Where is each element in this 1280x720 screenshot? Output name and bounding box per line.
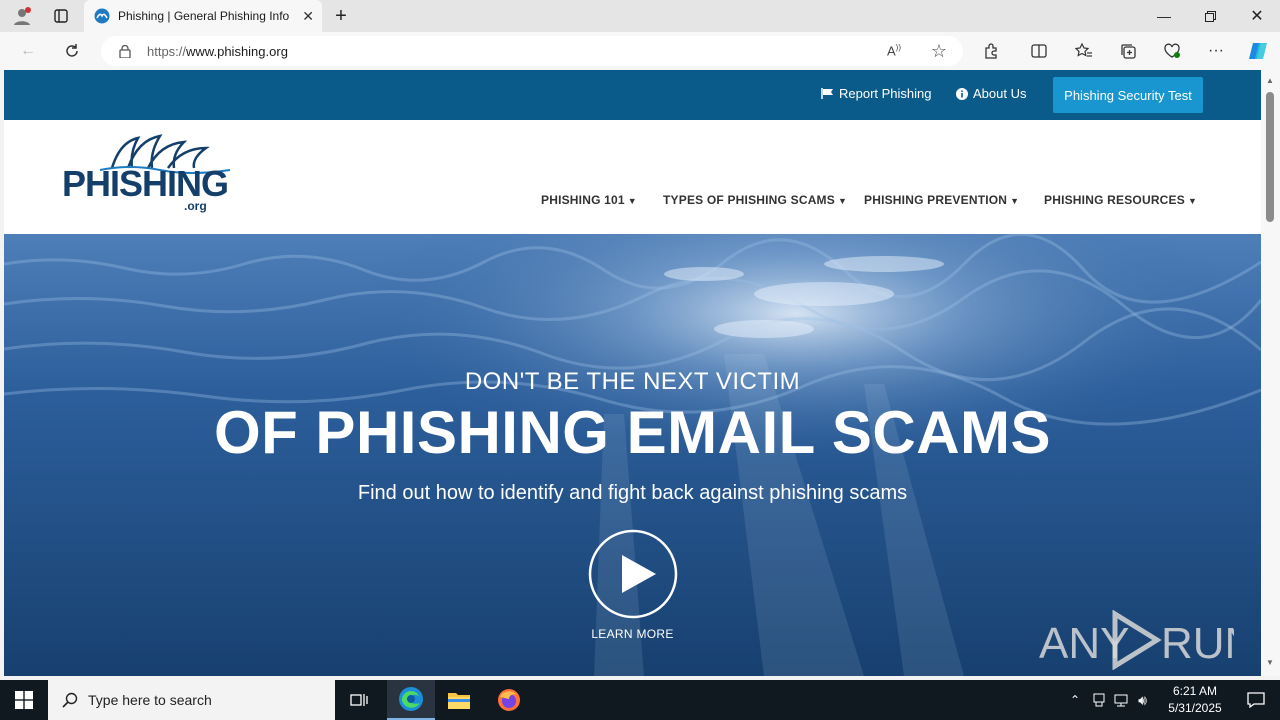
collections-icon[interactable]	[1113, 36, 1143, 66]
top-utility-bar: Report Phishing About Us Phishing Securi…	[4, 70, 1261, 120]
search-placeholder: Type here to search	[88, 692, 212, 708]
hero-heading: OF PHISHING EMAIL SCAMS	[213, 399, 1052, 466]
caret-down-icon: ▼	[1010, 196, 1020, 206]
close-window-icon[interactable]: ✕	[1234, 0, 1280, 32]
volume-icon[interactable]: 🔊︎	[1138, 692, 1147, 709]
caret-down-icon: ▼	[837, 196, 848, 206]
logo-suffix: .org	[184, 199, 207, 213]
taskbar-search-box[interactable]: Type here to search	[48, 680, 335, 720]
web-page: Report Phishing About Us Phishing Securi…	[4, 70, 1261, 676]
tab-title: Phishing | General Phishing Information	[118, 9, 290, 23]
minimize-icon[interactable]: —	[1141, 0, 1187, 32]
browser-essentials-icon[interactable]	[1157, 36, 1187, 66]
more-menu-icon[interactable]: ···	[1201, 36, 1231, 66]
refresh-icon[interactable]	[57, 36, 87, 66]
new-tab-icon[interactable]: +	[318, 0, 364, 32]
menu-phishing-resources[interactable]: PHISHING RESOURCES ▼	[1044, 193, 1197, 207]
flag-icon	[821, 88, 833, 99]
search-icon	[62, 692, 78, 708]
restore-icon[interactable]	[1187, 0, 1233, 32]
edge-taskbar-icon[interactable]	[387, 680, 435, 720]
split-screen-icon[interactable]	[1024, 36, 1054, 66]
menu-label: PHISHING 101	[541, 193, 625, 207]
clock-time: 6:21 AM	[1172, 684, 1218, 698]
play-video-icon[interactable]	[588, 529, 678, 619]
lock-icon	[119, 44, 131, 58]
extensions-icon[interactable]	[976, 36, 1006, 66]
clock-date: 5/31/2025	[1168, 701, 1222, 715]
hero-subheading: DON'T BE THE NEXT VICTIM	[464, 368, 801, 395]
caret-down-icon: ▼	[1187, 196, 1198, 206]
report-phishing-link[interactable]: Report Phishing	[821, 86, 932, 101]
close-tab-icon[interactable]: ✕	[302, 8, 314, 25]
notifications-icon[interactable]	[1232, 680, 1280, 720]
tray-overflow-icon[interactable]: ⌃	[1070, 693, 1080, 707]
caret-down-icon: ▼	[627, 196, 637, 206]
read-aloud-icon[interactable]: A))	[887, 43, 901, 58]
phishing-security-test-button[interactable]: Phishing Security Test	[1053, 77, 1203, 113]
browser-tab-bar: Phishing | General Phishing Information …	[0, 0, 1280, 32]
scrollbar-thumb[interactable]	[1266, 92, 1274, 222]
hero-tagline: Find out how to identify and fight back …	[357, 482, 908, 504]
report-phishing-label: Report Phishing	[839, 86, 932, 101]
tab-actions-icon[interactable]	[38, 0, 84, 32]
system-tray: ⌃ 🔊︎	[1070, 680, 1147, 720]
menu-label: TYPES OF PHISHING SCAMS	[663, 193, 835, 207]
favorites-icon[interactable]	[1069, 36, 1099, 66]
phishing-org-logo[interactable]: PHISHING .org	[60, 134, 245, 214]
network-icon[interactable]	[1114, 693, 1130, 707]
menu-phishing-101[interactable]: PHISHING 101 ▼	[541, 193, 637, 207]
menu-label: PHISHING RESOURCES	[1044, 193, 1185, 207]
scroll-down-icon[interactable]: ▼	[1266, 658, 1274, 667]
logo-wordmark: PHISHING	[62, 163, 228, 204]
about-us-link[interactable]: About Us	[956, 86, 1026, 101]
windows-taskbar: Type here to search ⌃ 🔊︎ 6:21 AM 5/31/20…	[0, 680, 1280, 720]
menu-types-of-phishing-scams[interactable]: TYPES OF PHISHING SCAMS ▼	[663, 193, 847, 207]
taskbar-clock[interactable]: 6:21 AM 5/31/2025	[1160, 683, 1230, 717]
anyrun-watermark-logo: ANY RUN	[1039, 610, 1234, 670]
tab-phishing[interactable]: Phishing | General Phishing Information …	[84, 0, 322, 32]
info-icon	[956, 87, 968, 100]
url-scheme: https://	[147, 43, 187, 59]
task-view-icon[interactable]	[336, 680, 384, 720]
menu-label: PHISHING PREVENTION	[864, 193, 1008, 207]
favorite-star-icon[interactable]: ☆	[931, 41, 947, 62]
address-bar[interactable]: https://www.phishing.org A)) ☆	[101, 36, 963, 66]
page-scrollbar[interactable]: ▲ ▼	[1261, 70, 1280, 676]
scroll-up-icon[interactable]: ▲	[1266, 76, 1274, 85]
about-us-label: About Us	[973, 86, 1027, 101]
copilot-icon[interactable]	[1243, 36, 1273, 66]
start-icon[interactable]	[0, 680, 48, 720]
file-explorer-icon[interactable]	[435, 680, 483, 720]
site-favicon-icon	[94, 8, 110, 24]
menu-phishing-prevention[interactable]: PHISHING PREVENTION ▼	[864, 193, 1019, 207]
hero-banner: DON'T BE THE NEXT VICTIM OF PHISHING EMA…	[4, 234, 1261, 676]
browser-toolbar: ← https://www.phishing.org A)) ☆ ···	[0, 32, 1280, 70]
site-header: PHISHING .org PHISHING 101 ▼ TYPES OF PHI…	[4, 120, 1261, 234]
url-host: www.phishing.org	[186, 43, 288, 59]
firefox-icon[interactable]	[485, 680, 533, 720]
back-icon[interactable]: ←	[13, 36, 43, 66]
network-adapter-icon[interactable]	[1092, 693, 1106, 707]
svg-text:RUN: RUN	[1161, 619, 1234, 668]
